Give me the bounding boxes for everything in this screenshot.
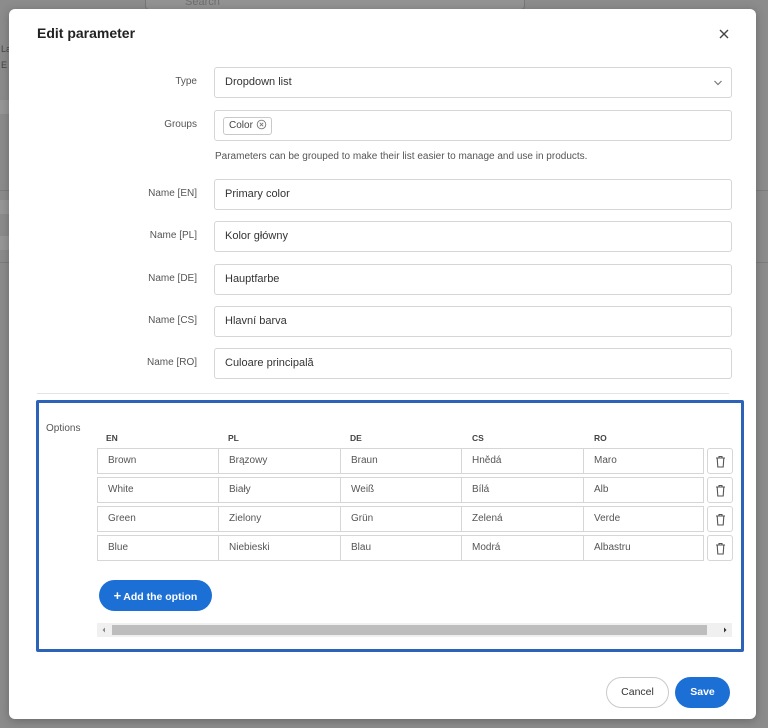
scroll-left-arrow-icon[interactable]	[97, 623, 111, 637]
add-option-label: Add the option	[123, 591, 198, 603]
option-cell-en[interactable]: Green	[97, 506, 219, 532]
option-cell-ro[interactable]: Verde	[583, 506, 704, 532]
name-pl-value: Kolor główny	[225, 230, 288, 242]
chevron-down-icon	[714, 80, 722, 86]
option-row: Brown Brązowy Braun Hnědá Maro	[97, 448, 733, 474]
options-label: Options	[46, 423, 81, 434]
options-panel: Options EN PL DE CS RO Brown Brązowy Bra…	[36, 400, 744, 652]
edit-parameter-dialog: Edit parameter Type Dropdown list Groups…	[9, 9, 756, 719]
name-ro-input[interactable]: Culoare principală	[214, 348, 732, 379]
option-cell-pl[interactable]: Biały	[218, 477, 341, 503]
trash-icon	[716, 455, 725, 468]
name-de-label: Name [DE]	[148, 273, 197, 284]
option-cell-en[interactable]: Blue	[97, 535, 219, 561]
scroll-right-arrow-icon[interactable]	[718, 623, 732, 637]
option-cell-cs[interactable]: Modrá	[461, 535, 584, 561]
save-button[interactable]: Save	[675, 677, 730, 708]
name-pl-input[interactable]: Kolor główny	[214, 221, 732, 252]
scrollbar-thumb[interactable]	[112, 625, 707, 635]
option-cell-cs[interactable]: Hnědá	[461, 448, 584, 474]
horizontal-scrollbar[interactable]	[97, 623, 732, 637]
option-cell-ro[interactable]: Albastru	[583, 535, 704, 561]
delete-option-button[interactable]	[707, 477, 733, 503]
delete-option-button[interactable]	[707, 506, 733, 532]
option-cell-de[interactable]: Weiß	[340, 477, 462, 503]
delete-option-button[interactable]	[707, 448, 733, 474]
background-text-fragment: E	[1, 60, 8, 70]
option-cell-pl[interactable]: Brązowy	[218, 448, 341, 474]
plus-icon: +	[113, 588, 122, 603]
option-row: Blue Niebieski Blau Modrá Albastru	[97, 535, 733, 561]
option-cell-pl[interactable]: Niebieski	[218, 535, 341, 561]
option-row: White Biały Weiß Bílá Alb	[97, 477, 733, 503]
option-cell-ro[interactable]: Alb	[583, 477, 704, 503]
dialog-title: Edit parameter	[37, 25, 136, 41]
name-cs-value: Hlavní barva	[225, 315, 287, 327]
name-ro-value: Culoare principală	[225, 357, 314, 369]
name-pl-label: Name [PL]	[149, 230, 197, 241]
type-select[interactable]: Dropdown list	[214, 67, 732, 98]
column-header-en: EN	[106, 433, 118, 443]
option-cell-pl[interactable]: Zielony	[218, 506, 341, 532]
delete-option-button[interactable]	[707, 535, 733, 561]
option-row: Green Zielony Grün Zelená Verde	[97, 506, 733, 532]
groups-hint: Parameters can be grouped to make their …	[215, 151, 588, 162]
type-label: Type	[175, 76, 197, 87]
groups-input[interactable]: Color	[214, 110, 732, 141]
background-search-placeholder: Search	[185, 0, 220, 8]
groups-label: Groups	[164, 119, 197, 130]
column-header-ro: RO	[594, 433, 607, 443]
option-cell-de[interactable]: Blau	[340, 535, 462, 561]
close-icon[interactable]	[715, 25, 733, 43]
column-header-de: DE	[350, 433, 362, 443]
option-cell-cs[interactable]: Zelená	[461, 506, 584, 532]
name-de-input[interactable]: Hauptfarbe	[214, 264, 732, 295]
group-chip: Color	[223, 117, 272, 135]
name-ro-label: Name [RO]	[146, 357, 197, 368]
add-option-button[interactable]: + Add the option	[99, 580, 212, 611]
name-cs-input[interactable]: Hlavní barva	[214, 306, 732, 337]
option-cell-de[interactable]: Grün	[340, 506, 462, 532]
option-cell-en[interactable]: White	[97, 477, 219, 503]
name-en-input[interactable]: Primary color	[214, 179, 732, 210]
chip-remove-icon[interactable]	[256, 119, 267, 130]
trash-icon	[716, 542, 725, 555]
column-header-pl: PL	[228, 433, 239, 443]
cancel-button[interactable]: Cancel	[606, 677, 669, 708]
name-en-value: Primary color	[225, 188, 290, 200]
section-divider	[37, 393, 729, 394]
option-cell-en[interactable]: Brown	[97, 448, 219, 474]
name-de-value: Hauptfarbe	[225, 273, 280, 285]
name-en-label: Name [EN]	[148, 188, 197, 199]
name-cs-label: Name [CS]	[148, 315, 197, 326]
column-header-cs: CS	[472, 433, 484, 443]
option-cell-ro[interactable]: Maro	[583, 448, 704, 474]
trash-icon	[716, 513, 725, 526]
option-cell-cs[interactable]: Bílá	[461, 477, 584, 503]
group-chip-label: Color	[229, 120, 253, 131]
trash-icon	[716, 484, 725, 497]
type-select-value: Dropdown list	[225, 76, 292, 88]
option-cell-de[interactable]: Braun	[340, 448, 462, 474]
